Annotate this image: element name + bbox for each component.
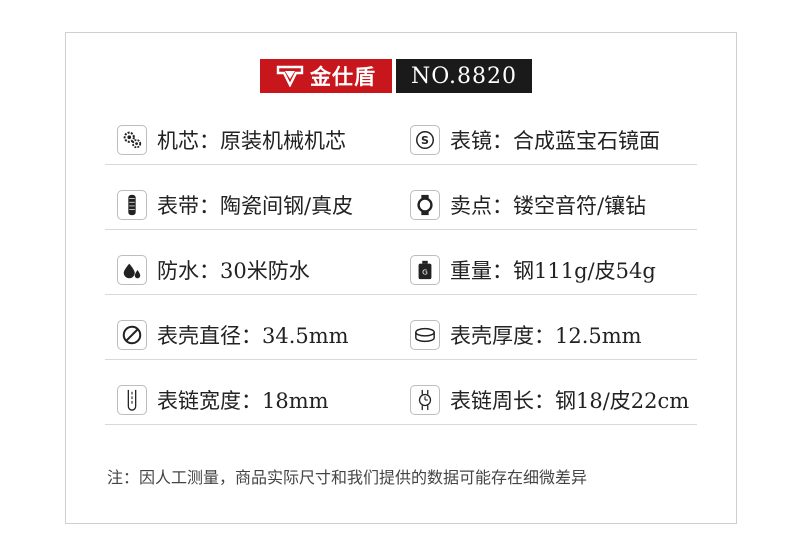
strap-width-icon (117, 385, 147, 415)
spec-water-text: 防水：30米防水 (157, 259, 310, 283)
spec-strap-width: 表链宽度：18mm (117, 375, 329, 425)
diameter-icon (117, 320, 147, 350)
svg-text:G: G (422, 268, 428, 277)
spec-case-thickness: 表壳厚度：12.5mm (410, 310, 642, 360)
svg-text:S: S (421, 134, 429, 147)
model-number: NO.8820 (396, 59, 532, 93)
spec-crystal-text: 表镜：合成蓝宝石镜面 (450, 129, 660, 153)
spec-strap-width-text: 表链宽度：18mm (157, 389, 329, 413)
spec-crystal: S 表镜：合成蓝宝石镜面 (410, 115, 660, 165)
brand-banner: 金仕盾 NO.8820 (260, 59, 532, 93)
weight-icon: G (410, 255, 440, 285)
thickness-icon (410, 320, 440, 350)
spec-weight: G 重量：钢111g/皮54g (410, 245, 656, 295)
spec-feature-text: 卖点：镂空音符/镶钻 (450, 194, 647, 218)
spec-strap: 表带：陶瓷间钢/真皮 (117, 180, 353, 230)
measurement-note: 注：因人工测量，商品实际尺寸和我们提供的数据可能存在细微差异 (107, 468, 588, 487)
spec-movement-text: 机芯：原装机械机芯 (157, 129, 346, 153)
spec-row: 表带：陶瓷间钢/真皮 卖点：镂空音符/镶钻 (105, 180, 697, 230)
spec-diameter-text: 表壳直径：34.5mm (157, 324, 349, 348)
shield-emblem-icon (276, 65, 304, 87)
brand-name: 金仕盾 (310, 65, 376, 89)
strap-icon (117, 190, 147, 220)
spec-row: 表壳直径：34.5mm 表壳厚度：12.5mm (105, 310, 697, 360)
spec-water-resistance: 防水：30米防水 (117, 245, 310, 295)
spec-thickness-text: 表壳厚度：12.5mm (450, 324, 642, 348)
spec-row: 机芯：原装机械机芯 S 表镜：合成蓝宝石镜面 (105, 115, 697, 165)
water-drops-icon (117, 255, 147, 285)
brand-logo: 金仕盾 (260, 59, 392, 93)
spec-case-diameter: 表壳直径：34.5mm (117, 310, 349, 360)
s-circle-icon: S (410, 125, 440, 155)
spec-strap-length: 表链周长：钢18/皮22cm (410, 375, 689, 425)
spec-weight-text: 重量：钢111g/皮54g (450, 259, 656, 283)
spec-row: 防水：30米防水 G 重量：钢111g/皮54g (105, 245, 697, 295)
spec-strap-length-text: 表链周长：钢18/皮22cm (450, 389, 690, 413)
watch-case-icon (410, 190, 440, 220)
spec-row: 表链宽度：18mm 表链周长：钢18/皮22cm (105, 375, 697, 425)
spec-feature: 卖点：镂空音符/镶钻 (410, 180, 646, 230)
spec-movement: 机芯：原装机械机芯 (117, 115, 346, 165)
strap-length-icon (410, 385, 440, 415)
spec-strap-text: 表带：陶瓷间钢/真皮 (157, 194, 354, 218)
gears-icon (117, 125, 147, 155)
